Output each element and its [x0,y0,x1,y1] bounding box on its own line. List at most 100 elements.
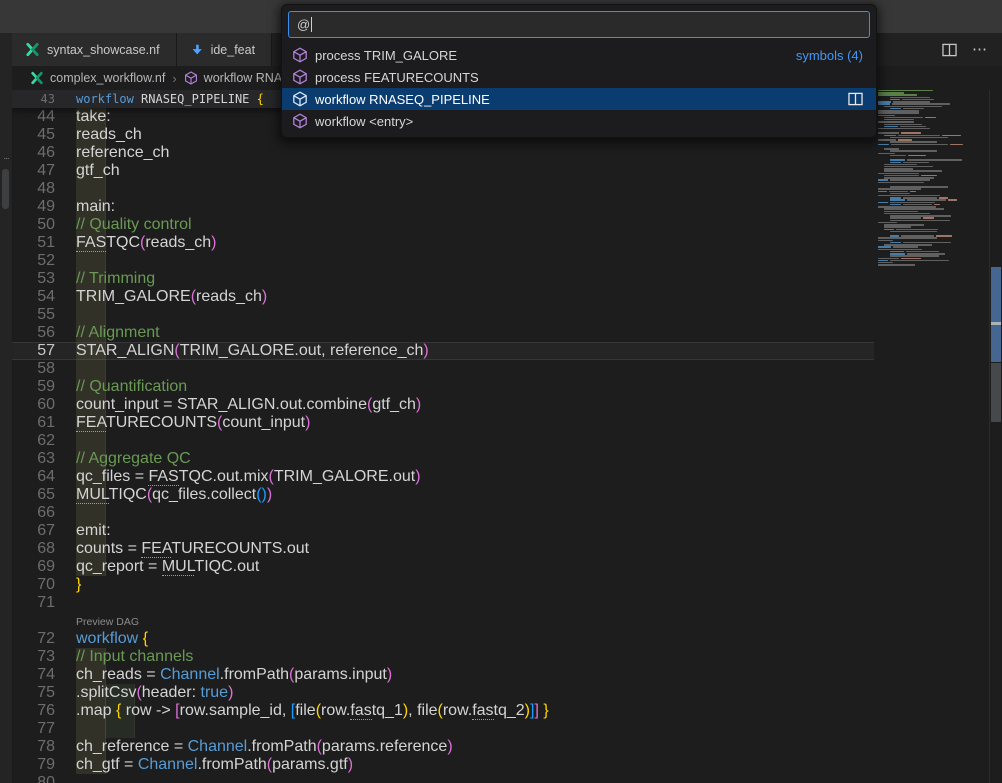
code-line[interactable]: 48 [12,180,874,198]
line-content: ch_reads = Channel.fromPath(params.input… [76,666,874,684]
code-line[interactable]: 46 reference_ch [12,144,874,162]
line-number: 80 [12,774,55,783]
minimap-line [878,249,978,250]
line-number: 69 [12,558,55,576]
line-number: 52 [12,252,55,270]
minimap-line [878,262,978,263]
line-number: 46 [12,144,55,162]
line-number: 68 [12,540,55,558]
minimap-line [878,146,978,147]
code-line[interactable]: 76 .map { row -> [row.sample_id, [file(r… [12,702,874,720]
code-line[interactable]: 60 count_input = STAR_ALIGN.out.combine(… [12,396,874,414]
line-number: 48 [12,180,55,198]
split-editor-icon[interactable] [942,43,957,57]
line-number: 73 [12,648,55,666]
open-to-side-icon[interactable] [848,92,863,106]
code-line[interactable]: 79 ch_gtf = Channel.fromPath(params.gtf) [12,756,874,774]
codelens-preview-dag[interactable]: Preview DAG [12,612,874,630]
code-line[interactable]: 56 // Alignment [12,324,874,342]
minimap-line [878,240,978,241]
code-line[interactable]: 64 qc_files = FASTQC.out.mix(TRIM_GALORE… [12,468,874,486]
code-line[interactable]: 62 [12,432,874,450]
code-line[interactable]: 59 // Quantification [12,378,874,396]
code-line[interactable]: 63 // Aggregate QC [12,450,874,468]
code-line[interactable]: 73 // Input channels [12,648,874,666]
code-line[interactable]: 67 emit: [12,522,874,540]
minimap-line [878,173,978,174]
line-number: 67 [12,522,55,540]
code-line[interactable]: 54 TRIM_GALORE(reads_ch) [12,288,874,306]
code-line[interactable]: 68 counts = FEATURECOUNTS.out [12,540,874,558]
line-content [76,306,874,324]
quick-open-item[interactable]: process TRIM_GALORE symbols (4) [282,44,876,66]
code-line[interactable]: 51 FASTQC(reads_ch) [12,234,874,252]
code-line[interactable]: 80 [12,774,874,783]
code-line[interactable]: 77 [12,720,874,738]
code-line[interactable]: 50 // Quality control [12,216,874,234]
quick-open-item[interactable]: process FEATURECOUNTS [282,66,876,88]
code-line[interactable]: 58 [12,360,874,378]
minimap[interactable] [878,90,978,783]
code-line[interactable]: 55 [12,306,874,324]
code-line[interactable]: 75 .splitCsv(header: true) [12,684,874,702]
minimap-line [878,106,978,107]
line-content: main: [76,198,874,216]
code-line[interactable]: 47 gtf_ch [12,162,874,180]
quick-open-item[interactable]: workflow <entry> [282,110,876,132]
line-number: 62 [12,432,55,450]
code-line[interactable]: 78 ch_reference = Channel.fromPath(param… [12,738,874,756]
minimap-line [878,255,978,256]
code-line[interactable]: 70} [12,576,874,594]
code-line[interactable]: 49 main: [12,198,874,216]
line-content: counts = FEATURECOUNTS.out [76,540,874,558]
overview-decoration [991,325,1001,362]
minimap-line [878,206,978,207]
breadcrumb-file[interactable]: complex_workflow.nf [50,71,165,85]
rail-scrollbar-thumb[interactable] [2,169,9,209]
code-line[interactable]: 72workflow { [12,630,874,648]
quick-open-input[interactable]: @ [288,11,870,38]
minimap-line [878,242,978,243]
line-number: 47 [12,162,55,180]
minimap-line [878,124,978,125]
minimap-line [878,229,978,230]
minimap-line [878,217,978,218]
code-line[interactable]: 74 ch_reads = Channel.fromPath(params.in… [12,666,874,684]
code-line[interactable]: 61 FEATURECOUNTS(count_input) [12,414,874,432]
symbol-cube-icon [292,69,308,85]
code-line[interactable]: 71 [12,594,874,612]
code-line[interactable]: 66 [12,504,874,522]
line-content: FASTQC(reads_ch) [76,234,874,252]
code-line[interactable]: 43workflow RNASEQ_PIPELINE { [12,90,264,108]
tab-ide-features[interactable]: ide_feat [177,33,272,66]
code-line[interactable]: 69 qc_report = MULTIQC.out [12,558,874,576]
line-content [76,360,874,378]
minimap-line [878,162,978,163]
more-actions-icon[interactable]: ⋯ [972,45,988,55]
minimap-line [878,117,978,118]
code-area[interactable]: 44 take:45 reads_ch46 reference_ch47 gtf… [12,108,874,783]
minimap-line [878,132,978,133]
line-number: 56 [12,324,55,342]
editor-pane[interactable]: 43workflow RNASEQ_PIPELINE { 44 take:45 … [12,90,1002,783]
minimap-line [878,260,978,261]
tab-syntax-showcase[interactable]: syntax_showcase.nf [12,33,177,66]
nextflow-file-icon [30,71,44,85]
code-line[interactable]: 52 [12,252,874,270]
item-label: process TRIM_GALORE [315,48,457,63]
line-content: } [76,576,874,594]
indent-highlight [76,306,106,324]
minimap-line [878,108,978,109]
indent-highlight [76,504,106,522]
scrollbar-thumb[interactable] [991,363,1001,422]
code-line[interactable]: 65 MULTIQC(qc_files.collect()) [12,486,874,504]
item-label: workflow RNASEQ_PIPELINE [315,92,490,107]
symbols-count-link[interactable]: symbols (4) [796,48,863,63]
code-line[interactable]: 53 // Trimming [12,270,874,288]
code-line[interactable]: 57 STAR_ALIGN(TRIM_GALORE.out, reference… [12,342,874,360]
rail-overflow-dots: ··· [0,154,12,163]
quick-open-item-selected[interactable]: workflow RNASEQ_PIPELINE [282,88,876,110]
overview-ruler[interactable] [989,90,1002,783]
minimap-line [878,139,978,140]
line-content: ch_reference = Channel.fromPath(params.r… [76,738,874,756]
